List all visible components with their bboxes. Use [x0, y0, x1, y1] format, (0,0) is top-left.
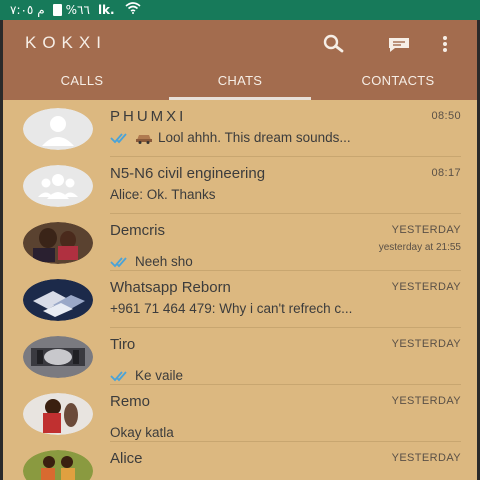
tab-calls[interactable]: CALLS [3, 68, 161, 100]
avatar-default [23, 108, 93, 150]
avatar-photo [23, 393, 93, 435]
tab-chats[interactable]: CHATS [161, 68, 319, 100]
search-icon[interactable] [321, 33, 347, 55]
chat-preview: Ke vaile [110, 368, 183, 383]
app-bar: KOKXI CALLS CHATS CONTACTS [3, 20, 477, 100]
chat-preview-text: Ke vaile [135, 368, 184, 383]
compose-icon[interactable] [386, 33, 412, 55]
chat-preview-text: Okay katla [110, 425, 174, 440]
chat-name: N5-N6 civil engineering [110, 165, 266, 182]
chat-preview: Lool ahhh. This dream sounds... [110, 130, 351, 145]
chat-preview: Neeh sho [110, 254, 193, 269]
chat-row-alice[interactable]: Alice YESTERDAY [3, 442, 477, 480]
chat-row-group[interactable]: N5-N6 civil engineering 08:17 Alice: Ok.… [3, 157, 477, 214]
double-check-icon [110, 370, 132, 382]
chat-preview: Alice: Ok. Thanks [110, 187, 216, 202]
more-vertical-icon[interactable] [437, 33, 453, 55]
chat-name: Remo [110, 393, 151, 410]
chat-preview-text: Neeh sho [135, 254, 193, 269]
chat-preview-text: Lool ahhh. This dream sounds... [158, 130, 351, 145]
chat-name: Tiro [110, 336, 136, 353]
chat-name: Alice [110, 450, 143, 467]
chat-list: PHUMXI 08:50 Lool ahhh. This dream sound… [3, 100, 477, 480]
chat-time: YESTERDAY [391, 395, 461, 407]
chat-time: YESTERDAY [391, 281, 461, 293]
chat-preview: +961 71 464 479: Why i can't refrech c..… [110, 301, 352, 316]
avatar-photo [23, 450, 93, 480]
chat-preview-text: +961 71 464 479: Why i can't refrech c..… [110, 301, 353, 316]
status-bar: م ٧:٠٥ %٦٦ lk. [0, 0, 480, 20]
group-avatar-default [23, 165, 93, 207]
chat-preview-text: Alice: Ok. Thanks [110, 187, 216, 202]
chat-time: YESTERDAY [391, 338, 461, 350]
chat-name: Whatsapp Reborn [110, 279, 231, 296]
avatar-photo [23, 222, 93, 264]
chat-time: YESTERDAY [391, 452, 461, 464]
whatsapp-screen: KOKXI CALLS CHATS CONTACTS PHUMXI 08:50 … [3, 20, 477, 480]
tab-contacts[interactable]: CONTACTS [319, 68, 477, 100]
chat-name: PHUMXI [110, 108, 187, 125]
wifi-icon [125, 2, 141, 18]
chat-preview: Okay katla [110, 425, 174, 440]
double-check-icon [110, 256, 132, 268]
signal-text: lk. [97, 3, 115, 17]
battery-percent: %٦٦ [65, 3, 90, 17]
chat-name: Demcris [110, 222, 165, 239]
app-title: KOKXI [25, 33, 107, 52]
chat-row-tiro[interactable]: Tiro YESTERDAY Ke vaile [3, 328, 477, 385]
battery-icon [52, 4, 62, 16]
chat-row-remo[interactable]: Remo YESTERDAY Okay katla [3, 385, 477, 442]
chat-time: YESTERDAY [391, 224, 461, 236]
tab-bar: CALLS CHATS CONTACTS [3, 68, 477, 100]
chat-row-phumxi[interactable]: PHUMXI 08:50 Lool ahhh. This dream sound… [3, 100, 477, 157]
status-time: م ٧:٠٥ [10, 3, 45, 17]
avatar-photo [23, 279, 93, 321]
car-emoji-icon [135, 132, 153, 144]
chat-row-whatsapp-reborn[interactable]: Whatsapp Reborn YESTERDAY +961 71 464 47… [3, 271, 477, 328]
chat-time: 08:17 [431, 167, 461, 179]
avatar-photo [23, 336, 93, 378]
chat-time: 08:50 [431, 110, 461, 122]
double-check-icon [110, 132, 132, 144]
chat-subtime: yesterday at 21:55 [378, 242, 461, 253]
chat-row-demcris[interactable]: Demcris YESTERDAY yesterday at 21:55 Nee… [3, 214, 477, 271]
